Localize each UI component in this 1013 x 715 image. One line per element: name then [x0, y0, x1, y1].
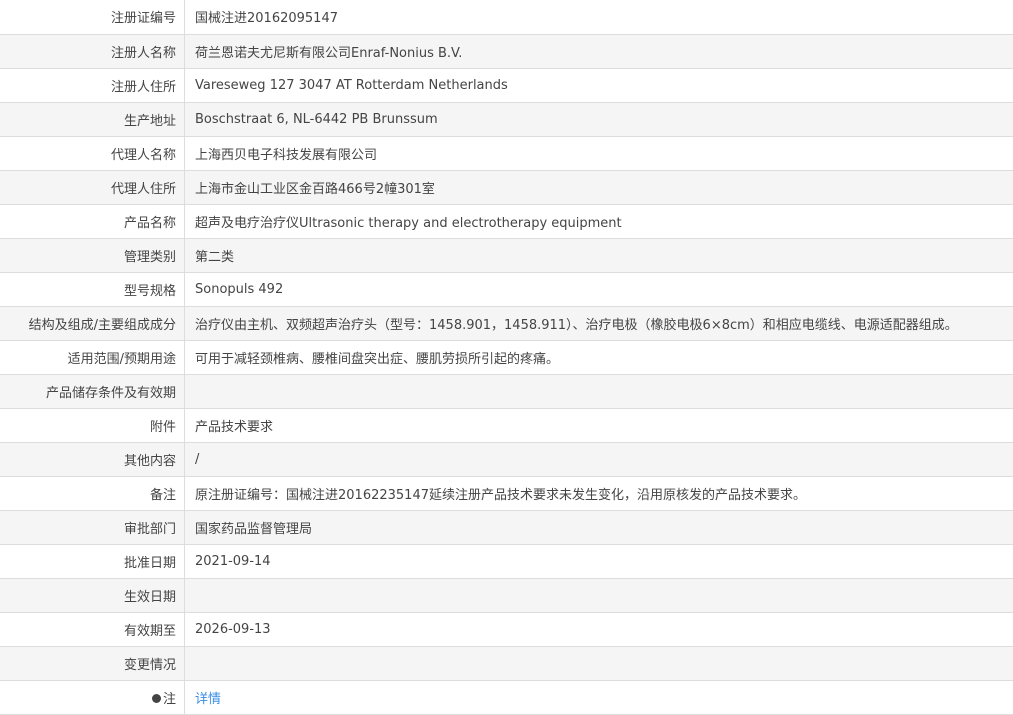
row-value: 第二类 [184, 238, 1013, 273]
table-row: 注册人名称 荷兰恩诺夫尤尼斯有限公司Enraf-Nonius B.V. [0, 34, 1013, 69]
row-value: 原注册证编号：国械注进20162235147延续注册产品技术要求未发生变化，沿用… [184, 476, 1013, 511]
table-row: 结构及组成/主要组成成分 治疗仪由主机、双频超声治疗头（型号：1458.901，1… [0, 306, 1013, 341]
table-row: 管理类别 第二类 [0, 238, 1013, 273]
row-label: 结构及组成/主要组成成分 [0, 306, 185, 341]
row-label: 产品储存条件及有效期 [0, 374, 185, 409]
table-row: 附件 产品技术要求 [0, 408, 1013, 443]
table-row: 其他内容 / [0, 442, 1013, 477]
row-value [184, 646, 1013, 681]
row-value: Vareseweg 127 3047 AT Rotterdam Netherla… [184, 68, 1013, 103]
row-value: 荷兰恩诺夫尤尼斯有限公司Enraf-Nonius B.V. [184, 34, 1013, 69]
row-value: Boschstraat 6, NL-6442 PB Brunssum [184, 102, 1013, 137]
row-label: 注册证编号 [0, 0, 185, 35]
details-link[interactable]: 详情 [195, 692, 221, 707]
registration-detail-table: 注册证编号 国械注进20162095147 注册人名称 荷兰恩诺夫尤尼斯有限公司Enr… [0, 0, 1013, 715]
row-label: 注册人住所 [0, 68, 185, 103]
row-value: 2026-09-13 [184, 612, 1013, 647]
table-row: 代理人住所 上海市金山工业区金百路466号2幢301室 [0, 170, 1013, 205]
table-row: 适用范围/预期用途 可用于减轻颈椎病、腰椎间盘突出症、腰肌劳损所引起的疼痛。 [0, 340, 1013, 375]
row-value: 产品技术要求 [184, 408, 1013, 443]
row-value: 详情 [184, 680, 1013, 715]
row-value: 上海市金山工业区金百路466号2幢301室 [184, 170, 1013, 205]
table-row: 生产地址 Boschstraat 6, NL-6442 PB Brunssum [0, 102, 1013, 137]
row-label: 管理类别 [0, 238, 185, 273]
table-row: 备注 原注册证编号：国械注进20162235147延续注册产品技术要求未发生变化，… [0, 476, 1013, 511]
row-value: 治疗仪由主机、双频超声治疗头（型号：1458.901，1458.911）、治疗电… [184, 306, 1013, 341]
row-value: / [184, 442, 1013, 477]
table-row: 批准日期 2021-09-14 [0, 544, 1013, 579]
table-row: 生效日期 [0, 578, 1013, 613]
row-label: 有效期至 [0, 612, 185, 647]
lightbulb-icon [151, 693, 161, 703]
table-row: 变更情况 [0, 646, 1013, 681]
row-label: 其他内容 [0, 442, 185, 477]
table-row: 产品储存条件及有效期 [0, 374, 1013, 409]
row-label: 批准日期 [0, 544, 185, 579]
table-row: 型号规格 Sonopuls 492 [0, 272, 1013, 307]
row-value [184, 578, 1013, 613]
row-value: 超声及电疗治疗仪Ultrasonic therapy and electroth… [184, 204, 1013, 239]
table-row: 注册人住所 Vareseweg 127 3047 AT Rotterdam Net… [0, 68, 1013, 103]
row-label: 生产地址 [0, 102, 185, 137]
row-value: 可用于减轻颈椎病、腰椎间盘突出症、腰肌劳损所引起的疼痛。 [184, 340, 1013, 375]
row-label: 注册人名称 [0, 34, 185, 69]
table-row: 审批部门 国家药品监督管理局 [0, 510, 1013, 545]
row-label: 适用范围/预期用途 [0, 340, 185, 375]
row-value [184, 374, 1013, 409]
note-label: 注 [162, 691, 176, 707]
row-label: 注 [0, 680, 185, 715]
row-label: 附件 [0, 408, 185, 443]
row-label: 变更情况 [0, 646, 185, 681]
row-label: 审批部门 [0, 510, 185, 545]
row-value: 国械注进20162095147 [184, 0, 1013, 35]
table-row-note: 注 详情 [0, 680, 1013, 715]
row-label: 型号规格 [0, 272, 185, 307]
row-value: 国家药品监督管理局 [184, 510, 1013, 545]
row-value: 2021-09-14 [184, 544, 1013, 579]
row-label: 代理人名称 [0, 136, 185, 171]
table-row: 有效期至 2026-09-13 [0, 612, 1013, 647]
table-row: 注册证编号 国械注进20162095147 [0, 0, 1013, 35]
row-label: 备注 [0, 476, 185, 511]
table-row: 产品名称 超声及电疗治疗仪Ultrasonic therapy and elect… [0, 204, 1013, 239]
row-label: 生效日期 [0, 578, 185, 613]
row-label: 产品名称 [0, 204, 185, 239]
row-value: 上海西贝电子科技发展有限公司 [184, 136, 1013, 171]
row-label: 代理人住所 [0, 170, 185, 205]
table-row: 代理人名称 上海西贝电子科技发展有限公司 [0, 136, 1013, 171]
row-value: Sonopuls 492 [184, 272, 1013, 307]
